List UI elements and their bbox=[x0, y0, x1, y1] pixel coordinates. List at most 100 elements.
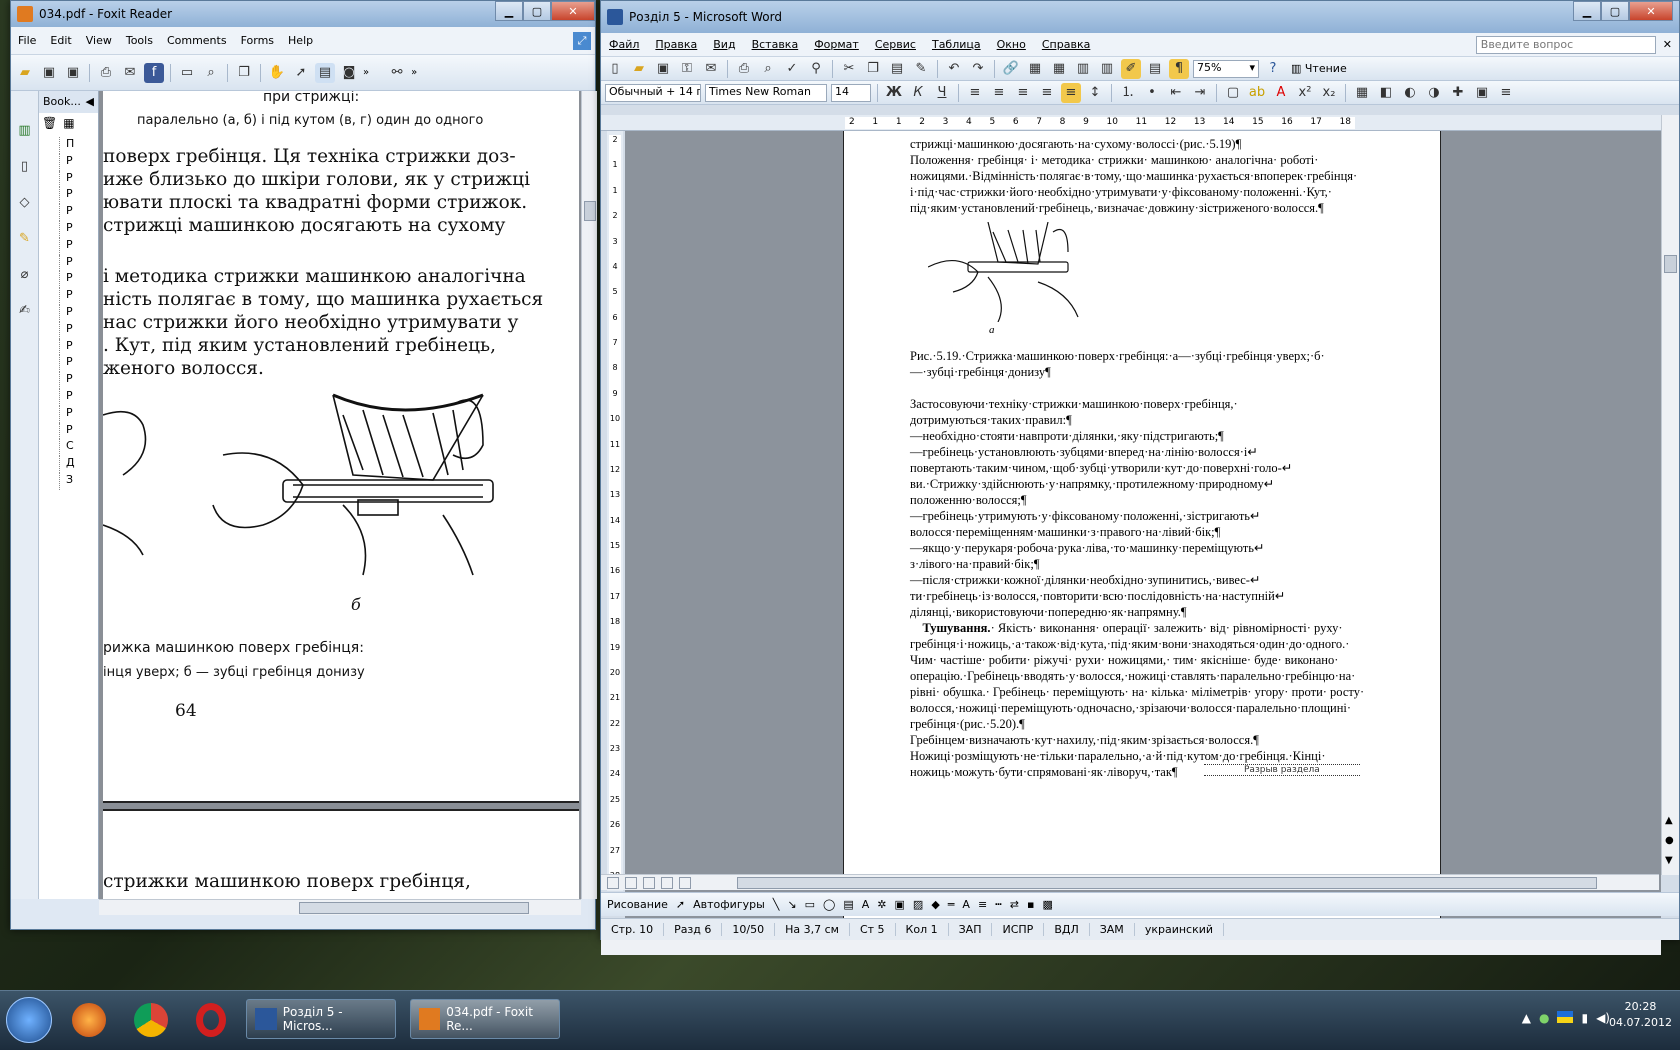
menu-forms[interactable]: Forms bbox=[234, 34, 281, 47]
find-icon[interactable]: ⌕ bbox=[201, 63, 221, 83]
font-color-icon[interactable]: A bbox=[962, 898, 970, 911]
horizontal-ruler[interactable]: 2 1 1 2 3 4 5 6 7 8 9 10 11 12 13 14 15 16 17 18 bbox=[601, 115, 1661, 131]
web-view-icon[interactable] bbox=[625, 876, 637, 889]
copy-icon[interactable]: ❐ bbox=[863, 59, 883, 79]
bookmark-item[interactable]: Р bbox=[59, 388, 98, 406]
undo-icon[interactable]: ↶ bbox=[944, 59, 964, 79]
reading-mode-button[interactable]: ▥ Чтение bbox=[1287, 62, 1351, 75]
menu-comments[interactable]: Comments bbox=[160, 34, 234, 47]
close-doc-icon[interactable]: ✕ bbox=[1656, 38, 1679, 51]
bookmark-item[interactable]: Д bbox=[59, 456, 98, 473]
research-icon[interactable]: ⚲ bbox=[806, 59, 826, 79]
drawing-icon[interactable]: ✐ bbox=[1121, 58, 1141, 79]
outline-view-icon[interactable] bbox=[661, 876, 673, 889]
bookmark-item[interactable]: Р bbox=[59, 254, 98, 272]
line-style-icon[interactable]: ≡ bbox=[978, 898, 987, 911]
foxit-vertical-scrollbar[interactable] bbox=[581, 91, 597, 899]
comments-panel-icon[interactable]: ✎ bbox=[15, 229, 35, 249]
menu-tools[interactable]: Tools bbox=[119, 34, 160, 47]
chrome-taskbar-icon[interactable] bbox=[134, 1003, 168, 1037]
minimize-button[interactable]: ▁ bbox=[1573, 1, 1601, 21]
font-select[interactable]: Times New Roman bbox=[705, 83, 827, 102]
word-menu-item[interactable]: Справка bbox=[1034, 38, 1098, 51]
clipart-icon[interactable]: ▣ bbox=[895, 898, 905, 911]
hscroll-thumb[interactable] bbox=[737, 876, 1597, 889]
word-menu-item[interactable]: Вставка bbox=[744, 38, 807, 51]
print-view-icon[interactable] bbox=[643, 876, 655, 889]
bookmark-item[interactable]: З bbox=[59, 472, 98, 490]
minimize-button[interactable]: ▁ bbox=[495, 1, 523, 21]
save-icon[interactable]: ▣ bbox=[39, 63, 59, 83]
font-color-icon[interactable]: A bbox=[1271, 83, 1291, 103]
bookmark-item[interactable]: Р bbox=[59, 153, 98, 171]
line-tool-icon[interactable]: ╲ bbox=[773, 898, 780, 911]
layers-panel-icon[interactable]: ◇ bbox=[15, 193, 35, 213]
insert-table-icon[interactable]: ▦ bbox=[1049, 59, 1069, 79]
delete-bookmark-icon[interactable]: 🗑 bbox=[42, 116, 57, 134]
zoom-select[interactable]: 75% ▾ bbox=[1193, 59, 1259, 78]
arrow-tool-icon[interactable]: ↘ bbox=[787, 898, 796, 911]
attachments-panel-icon[interactable]: ⌀ bbox=[15, 265, 35, 285]
tray-icon-1[interactable]: ● bbox=[1539, 1011, 1549, 1025]
email-icon[interactable]: ✉ bbox=[701, 59, 721, 79]
bold-icon[interactable]: Ж bbox=[884, 83, 904, 103]
superscript-icon[interactable]: x² bbox=[1295, 83, 1315, 103]
bookmark-item[interactable]: Р bbox=[59, 220, 98, 238]
picture-icon[interactable]: ▨ bbox=[913, 898, 923, 911]
3d-icon[interactable]: ▩ bbox=[1042, 898, 1052, 911]
text-select-icon[interactable]: ▤ bbox=[315, 62, 335, 83]
distributed-icon[interactable]: ≡ bbox=[1037, 83, 1057, 103]
numbering-icon[interactable]: ⒈ bbox=[1118, 83, 1138, 103]
bookmark-item[interactable]: П bbox=[59, 137, 98, 154]
start-button[interactable] bbox=[6, 997, 52, 1043]
toolbar-more-icon[interactable]: » bbox=[363, 67, 369, 78]
collapse-arrow-icon[interactable]: ◀ bbox=[86, 95, 94, 109]
bookmark-item[interactable]: Р bbox=[59, 288, 98, 305]
style-select[interactable]: Обычный + 14 п bbox=[605, 83, 701, 102]
volume-icon[interactable]: ◀) bbox=[1596, 1011, 1610, 1025]
rectangle-tool-icon[interactable]: ▭ bbox=[805, 898, 815, 911]
word-menu-item[interactable]: Вид bbox=[705, 38, 743, 51]
close-button[interactable]: ✕ bbox=[1629, 1, 1673, 21]
reviewing-icon-7[interactable]: ≡ bbox=[1496, 83, 1516, 103]
screen-icon[interactable]: ▭ bbox=[177, 63, 197, 83]
cut-icon[interactable]: ✂ bbox=[839, 59, 859, 79]
foxit-titlebar[interactable]: 034.pdf - Foxit Reader ▁ ▢ ✕ bbox=[11, 1, 595, 27]
bookmark-item[interactable]: С bbox=[59, 439, 98, 457]
bookmarks-panel-icon[interactable]: ▥ bbox=[15, 121, 35, 141]
bookmark-item[interactable]: Р bbox=[59, 271, 98, 289]
new-doc-icon[interactable]: ▯ bbox=[605, 59, 625, 79]
prev-page-icon[interactable]: ▲ bbox=[1665, 815, 1673, 826]
reviewing-icon-1[interactable]: ▦ bbox=[1352, 83, 1372, 103]
open-folder-icon[interactable]: ▰ bbox=[15, 63, 35, 83]
reviewing-icon-4[interactable]: ◑ bbox=[1424, 83, 1444, 103]
scroll-thumb[interactable] bbox=[1664, 255, 1677, 273]
permission-icon[interactable]: ⚿ bbox=[677, 59, 697, 79]
menu-edit[interactable]: Edit bbox=[43, 34, 78, 47]
opera-taskbar-icon[interactable] bbox=[196, 1003, 226, 1037]
firefox-taskbar-icon[interactable] bbox=[72, 1003, 106, 1037]
print-icon[interactable]: ⎙ bbox=[734, 59, 754, 79]
diagram-icon[interactable]: ✲ bbox=[877, 898, 886, 911]
justify-icon[interactable]: ≡ bbox=[1061, 82, 1081, 103]
columns-icon[interactable]: ▥ bbox=[1097, 59, 1117, 79]
open-icon[interactable]: ▰ bbox=[629, 59, 649, 79]
format-painter-icon[interactable]: ✎ bbox=[911, 59, 931, 79]
bookmark-item[interactable]: Р bbox=[59, 355, 98, 373]
arrow-style-icon[interactable]: ⇄ bbox=[1010, 898, 1019, 911]
word-vertical-scrollbar[interactable]: ▲ ● ▼ bbox=[1661, 115, 1679, 875]
bookmark-item[interactable]: Р bbox=[59, 304, 98, 322]
hscroll-thumb[interactable] bbox=[299, 902, 529, 914]
hand-tool-icon[interactable]: ✋ bbox=[267, 63, 287, 83]
print-preview-icon[interactable]: ⌕ bbox=[758, 59, 778, 79]
taskbar-foxit-button[interactable]: 034.pdf - Foxit Re... bbox=[410, 999, 560, 1039]
dash-style-icon[interactable]: ┅ bbox=[995, 898, 1002, 911]
bookmark-item[interactable]: Р bbox=[59, 170, 98, 188]
bookmark-item[interactable]: Р bbox=[59, 204, 98, 221]
browse-object-icon[interactable]: ● bbox=[1665, 835, 1674, 846]
select-objects-icon[interactable]: ➚ bbox=[676, 898, 685, 911]
bookmarks-tab[interactable]: Book... ◀ bbox=[39, 91, 98, 113]
autoshapes-button[interactable]: Автофигуры bbox=[693, 898, 765, 911]
hyperlink-icon[interactable]: 🔗 bbox=[1001, 59, 1021, 79]
spelling-icon[interactable]: ✓ bbox=[782, 59, 802, 79]
